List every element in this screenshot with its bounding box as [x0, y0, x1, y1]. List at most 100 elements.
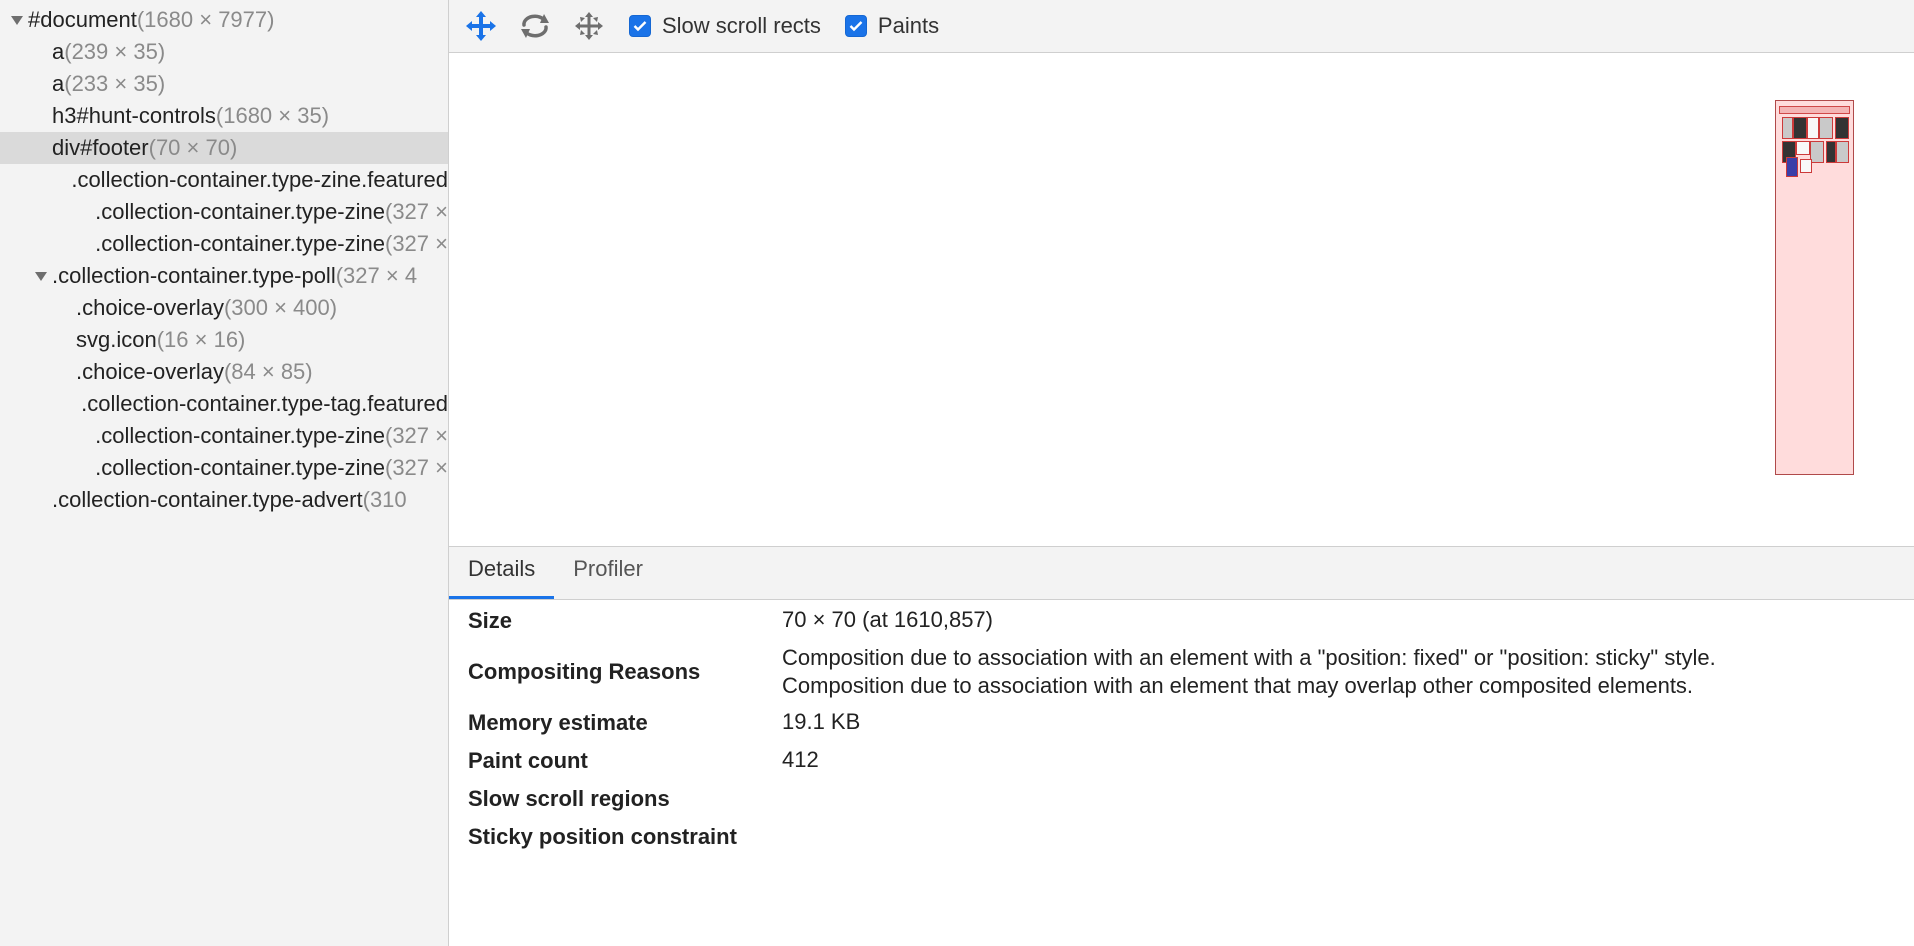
- layer-thumb: [1810, 141, 1824, 163]
- collapsed-arrow-icon[interactable]: [34, 196, 91, 228]
- layer-thumb: [1786, 157, 1798, 177]
- tree-row[interactable]: .choice-overlay (84 × 85): [0, 356, 448, 388]
- tree-node-dims: (327 ×: [385, 199, 448, 224]
- tree-node-name: .collection-container.type-tag.featured: [81, 391, 448, 416]
- layers-toolbar: Slow scroll rects Paints: [449, 0, 1914, 53]
- tree-row[interactable]: .collection-container.type-zine (327 ×: [0, 196, 448, 228]
- layer-tree[interactable]: #document (1680 × 7977) a (239 × 35) a (233 ×…: [0, 0, 449, 946]
- tree-node-dims: (310: [362, 487, 407, 512]
- tree-node-name: h3#hunt-controls: [52, 103, 216, 128]
- tree-node-name: .collection-container.type-zine: [95, 455, 385, 480]
- layer-thumb: [1800, 159, 1812, 173]
- layer-thumb: [1835, 117, 1849, 139]
- tree-node-name: .collection-container.type-advert: [52, 487, 363, 512]
- detail-value: Composition due to association with an e…: [782, 644, 1716, 700]
- slow-scroll-rects-toggle[interactable]: Slow scroll rects: [629, 13, 821, 39]
- rotate-mode-button[interactable]: [515, 6, 555, 46]
- layer-thumb: [1796, 141, 1810, 155]
- tree-row[interactable]: a (233 × 35): [0, 68, 448, 100]
- collapsed-arrow-icon[interactable]: [34, 228, 91, 260]
- tree-row[interactable]: a (239 × 35): [0, 36, 448, 68]
- tree-node-dims: (239 × 35): [64, 39, 166, 64]
- tree-row[interactable]: svg.icon (16 × 16): [0, 324, 448, 356]
- checkmark-icon: [633, 21, 647, 32]
- reset-transform-icon: [575, 12, 603, 40]
- tree-row[interactable]: .collection-container.type-zine (327 ×: [0, 228, 448, 260]
- detail-value: 70 × 70 (at 1610,857): [782, 607, 993, 632]
- tree-node-name: .collection-container.type-zine: [95, 231, 385, 256]
- details-pane: Size 70 × 70 (at 1610,857) Compositing R…: [449, 600, 1914, 946]
- layer-thumb: [1807, 117, 1819, 139]
- detail-row-sticky: Sticky position constraint: [468, 822, 1895, 852]
- document-layer-preview[interactable]: [1775, 100, 1854, 475]
- tree-node-name: .collection-container.type-zine.featured: [71, 167, 448, 192]
- paints-label: Paints: [877, 13, 940, 38]
- collapsed-arrow-icon[interactable]: [34, 164, 67, 196]
- compositing-reason: Composition due to association with an e…: [782, 645, 1716, 670]
- detail-key: Slow scroll regions: [468, 786, 670, 811]
- tree-node-dims: (70 × 70): [148, 135, 238, 160]
- tree-row[interactable]: .choice-overlay (300 × 400): [0, 292, 448, 324]
- tree-row[interactable]: .collection-container.type-tag.featured: [0, 388, 448, 420]
- detail-value: 412: [782, 747, 819, 772]
- tree-row[interactable]: .collection-container.type-zine (327 ×: [0, 452, 448, 484]
- tree-node-dims: (327 ×: [385, 423, 448, 448]
- layer-thumb: [1819, 117, 1833, 139]
- layers-main: Slow scroll rects Paints Details Profile…: [449, 0, 1914, 946]
- collapsed-arrow-icon[interactable]: [34, 420, 91, 452]
- checkmark-icon: [849, 21, 863, 32]
- tree-node-dims: (327 ×: [385, 231, 448, 256]
- slow-scroll-rects-label: Slow scroll rects: [662, 13, 821, 38]
- reset-transform-button[interactable]: [569, 6, 609, 46]
- tree-node-name: .collection-container.type-poll: [52, 263, 336, 288]
- collapsed-arrow-icon[interactable]: [34, 388, 77, 420]
- layers-3d-viewport[interactable]: [449, 53, 1914, 547]
- pan-mode-icon: [466, 11, 496, 41]
- detail-key: Paint count: [468, 748, 588, 773]
- tree-node-name: #document: [28, 7, 137, 32]
- tab-profiler[interactable]: Profiler: [554, 547, 662, 599]
- tree-node-name: div#footer: [52, 135, 149, 160]
- compositing-reason: Composition due to association with an e…: [782, 673, 1694, 698]
- detail-value: 19.1 KB: [782, 709, 861, 734]
- slow-scroll-rects-checkbox[interactable]: [629, 15, 651, 37]
- details-tabbar: Details Profiler: [449, 547, 1914, 600]
- tree-row[interactable]: .collection-container.type-advert (310: [0, 484, 448, 516]
- detail-row-compositing-reasons: Compositing Reasons Composition due to a…: [468, 644, 1895, 700]
- expanded-arrow-icon[interactable]: [10, 13, 24, 27]
- tree-node-name: .choice-overlay: [76, 295, 224, 320]
- tree-node-dims: (16 × 16): [156, 327, 246, 352]
- rotate-mode-icon: [521, 14, 549, 38]
- detail-row-size: Size 70 × 70 (at 1610,857): [468, 606, 1895, 636]
- detail-row-memory: Memory estimate 19.1 KB: [468, 708, 1895, 738]
- tree-node-name: .collection-container.type-zine: [95, 199, 385, 224]
- tree-node-dims: (1680 × 35): [215, 103, 330, 128]
- layer-thumb: [1826, 141, 1836, 163]
- tree-node-name: .collection-container.type-zine: [95, 423, 385, 448]
- tab-details[interactable]: Details: [449, 547, 555, 599]
- paints-checkbox[interactable]: [844, 15, 867, 37]
- pan-mode-button[interactable]: [461, 6, 501, 46]
- tree-node-dims: (233 × 35): [64, 71, 166, 96]
- layer-thumb: [1836, 141, 1849, 163]
- layer-thumb: [1793, 117, 1807, 139]
- detail-row-slow-scroll: Slow scroll regions: [468, 784, 1895, 814]
- layer-thumb: [1779, 106, 1850, 114]
- layers-panel: #document (1680 × 7977) a (239 × 35) a (233 ×…: [0, 0, 1914, 946]
- detail-key: Memory estimate: [468, 710, 648, 735]
- tree-row[interactable]: h3#hunt-controls (1680 × 35): [0, 100, 448, 132]
- tree-node-dims: (327 × 4: [335, 263, 418, 288]
- tree-row[interactable]: .collection-container.type-zine (327 ×: [0, 420, 448, 452]
- collapsed-arrow-icon[interactable]: [34, 452, 91, 484]
- layer-thumb: [1782, 117, 1793, 139]
- tree-node-name: .choice-overlay: [76, 359, 224, 384]
- tree-row[interactable]: .collection-container.type-zine.featured: [0, 164, 448, 196]
- expanded-arrow-icon[interactable]: [34, 269, 48, 283]
- tree-node-name: a: [52, 39, 65, 64]
- tree-row[interactable]: #document (1680 × 7977): [0, 4, 448, 36]
- paints-toggle[interactable]: Paints: [844, 13, 940, 39]
- tree-row[interactable]: div#footer (70 × 70): [0, 132, 448, 164]
- tree-row[interactable]: .collection-container.type-poll (327 × 4: [0, 260, 448, 292]
- detail-row-paint-count: Paint count 412: [468, 746, 1895, 776]
- tree-node-dims: (84 × 85): [223, 359, 313, 384]
